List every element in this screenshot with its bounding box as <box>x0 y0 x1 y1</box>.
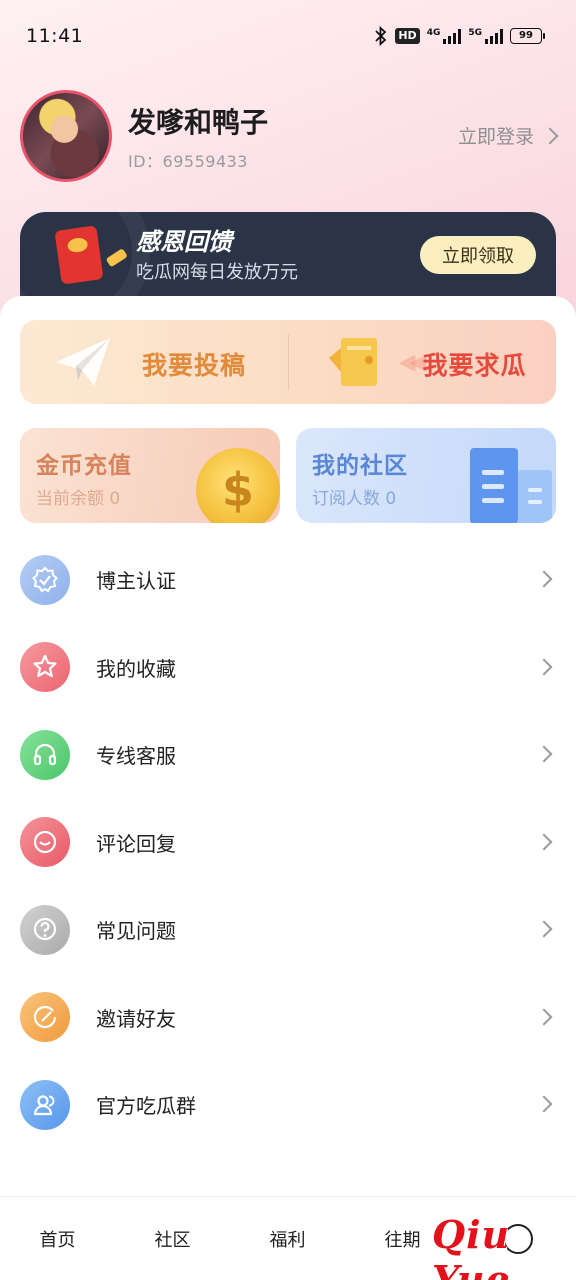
battery-icon: 99 <box>510 28 545 44</box>
menu-item-invite-friends[interactable]: 邀请好友 <box>0 974 576 1062</box>
nav-home[interactable]: 首页 <box>0 1197 115 1280</box>
menu-label: 博主认证 <box>96 569 176 594</box>
red-packet-icon <box>54 225 104 285</box>
status-icons: HD 4G 5G 99 <box>374 26 545 46</box>
nav-welfare[interactable]: 福利 <box>230 1197 345 1280</box>
menu-item-blogger-verification[interactable]: 博主认证 <box>0 536 576 624</box>
status-bar: 11:41 HD 4G 5G 99 <box>0 0 576 72</box>
submit-label: 我要投稿 <box>142 351 247 380</box>
username: 发嗲和鸭子 <box>128 106 269 139</box>
gift-banner-subtitle: 吃瓜网每日发放万元 <box>136 262 298 283</box>
chevron-right-icon <box>535 658 553 675</box>
building-icon <box>470 448 552 523</box>
gold-coin-icon: $ <box>196 448 280 523</box>
star-icon <box>20 642 70 693</box>
coin-card-title: 金币充值 <box>36 453 132 479</box>
gift-banner-title: 感恩回馈 <box>136 228 232 256</box>
envelope-icon <box>328 338 377 386</box>
chevron-right-icon <box>535 833 553 850</box>
menu-label: 常见问题 <box>96 919 176 944</box>
coin-recharge-card[interactable]: 金币充值 当前余额 0 $ <box>20 428 280 523</box>
signal-4g-label: 4G <box>426 28 441 38</box>
menu-label: 我的收藏 <box>96 656 176 681</box>
menu-item-customer-service[interactable]: 专线客服 <box>0 711 576 799</box>
headset-icon <box>20 729 70 780</box>
question-icon <box>20 904 70 955</box>
menu-label: 官方吃瓜群 <box>96 1094 196 1119</box>
menu-item-faq[interactable]: 常见问题 <box>0 886 576 974</box>
action-card: 我要投稿 ◀◀ 我要求瓜 <box>20 320 556 404</box>
request-label: 我要求瓜 <box>422 351 527 380</box>
smile-chat-icon <box>20 817 70 868</box>
signal-bars-icon <box>485 28 503 44</box>
community-card-subtitle: 订阅人数 0 <box>312 489 397 509</box>
arrows-decoration: ◀◀ <box>398 350 427 375</box>
login-link-label: 立即登录 <box>457 126 534 148</box>
user-id: ID：69559433 <box>128 152 248 171</box>
nav-community[interactable]: 社区 <box>115 1197 230 1280</box>
watermark: Qiu Yue <box>432 1212 511 1280</box>
chevron-right-icon <box>541 127 559 144</box>
menu-label: 专线客服 <box>96 744 176 769</box>
menu-label: 评论回复 <box>96 831 176 856</box>
submit-button[interactable]: 我要投稿 <box>20 320 288 404</box>
chevron-right-icon <box>535 920 553 938</box>
signal-bars-icon <box>443 28 462 44</box>
menu-item-official-group[interactable]: 官方吃瓜群 <box>0 1061 576 1149</box>
login-link[interactable]: 立即登录 <box>457 122 559 149</box>
signal-5g: 5G <box>468 28 503 44</box>
chevron-right-icon <box>535 570 553 588</box>
signal-4g: 4G <box>427 28 462 44</box>
invite-icon <box>20 992 70 1043</box>
my-community-card[interactable]: 我的社区 订阅人数 0 <box>296 428 556 523</box>
group-icon <box>20 1079 70 1130</box>
verified-badge-icon <box>20 554 70 605</box>
menu-list: 博主认证 我的收藏 专线客服 评论回复 常见问题 邀请好友 官方吃瓜群 <box>0 536 576 1149</box>
menu-item-favorites[interactable]: 我的收藏 <box>0 624 576 712</box>
status-time: 11:41 <box>26 25 84 47</box>
menu-label: 邀请好友 <box>96 1006 176 1031</box>
hd-badge: HD <box>395 28 420 44</box>
chevron-right-icon <box>535 1095 553 1113</box>
chevron-right-icon <box>535 745 553 763</box>
paper-plane-icon <box>56 338 110 386</box>
avatar[interactable] <box>20 90 112 182</box>
claim-button[interactable]: 立即领取 <box>420 236 536 274</box>
community-card-title: 我的社区 <box>312 453 408 479</box>
signal-5g-label: 5G <box>468 28 482 38</box>
coin-card-subtitle: 当前余额 0 <box>36 489 121 509</box>
request-button[interactable]: ◀◀ 我要求瓜 <box>289 320 557 404</box>
menu-item-comment-replies[interactable]: 评论回复 <box>0 799 576 887</box>
chevron-right-icon <box>535 1008 553 1025</box>
bluetooth-icon <box>375 26 387 46</box>
